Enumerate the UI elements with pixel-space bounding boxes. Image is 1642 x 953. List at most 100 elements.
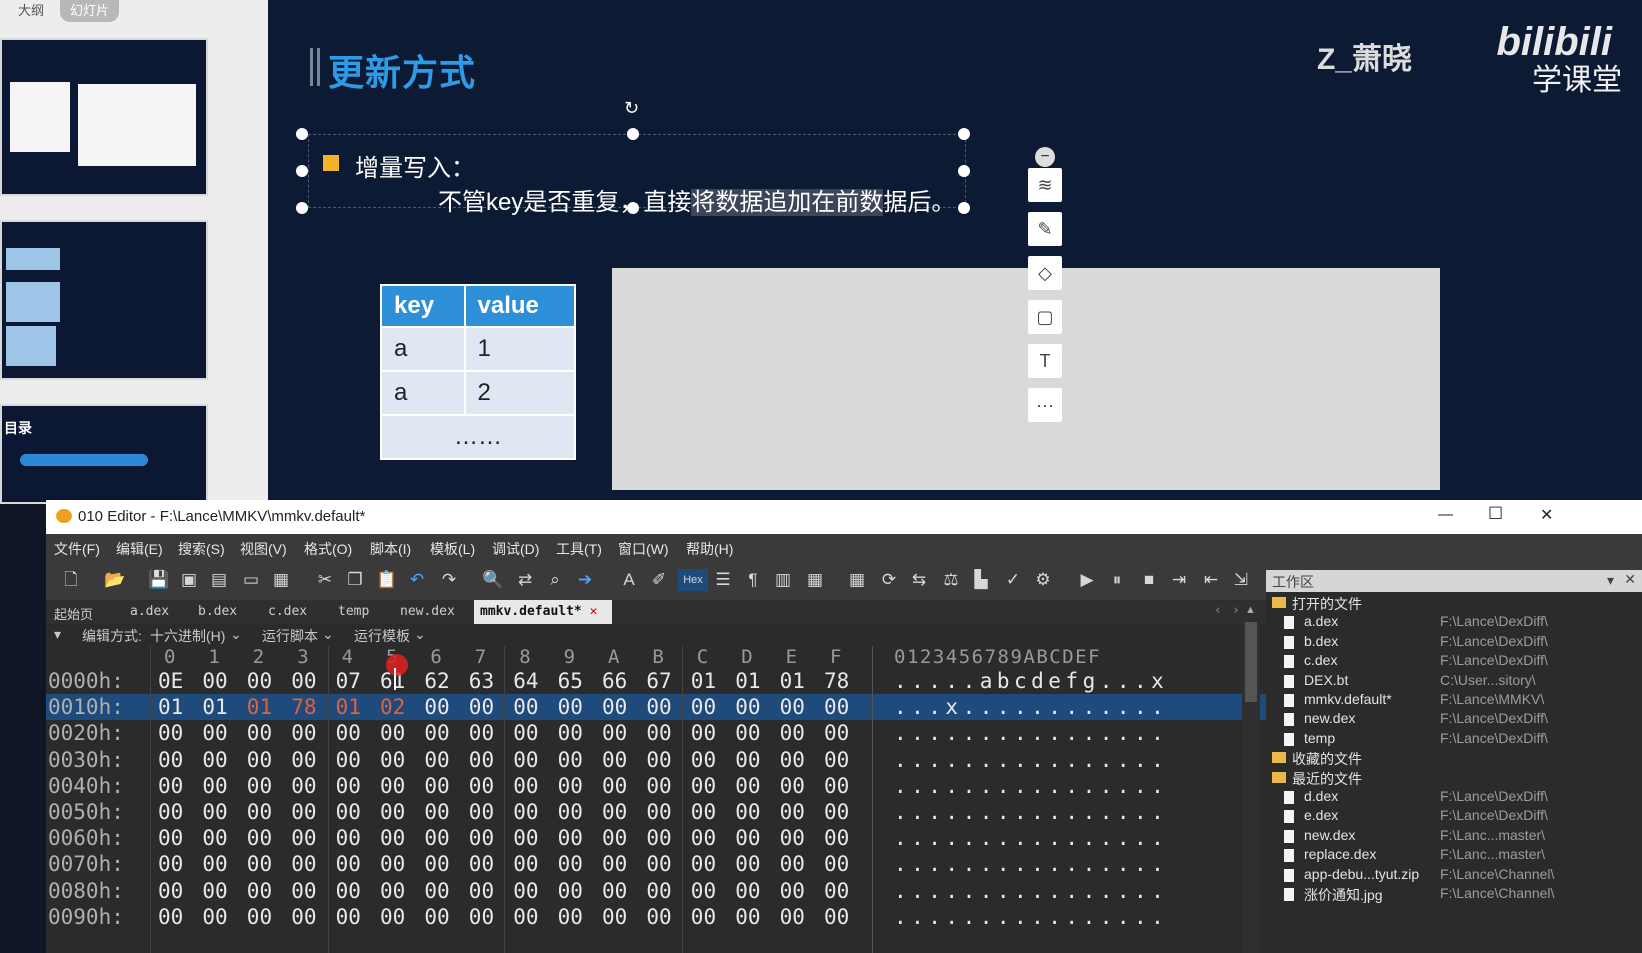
hex-byte[interactable]: 00: [158, 851, 183, 877]
hex-byte[interactable]: 00: [158, 878, 183, 904]
workspace-file[interactable]: new.dex F:\Lanc...master\: [1266, 827, 1642, 846]
new-file-icon[interactable]: 🗋: [60, 569, 82, 591]
chevron-down-icon[interactable]: ⌄: [322, 626, 334, 643]
tab-temp[interactable]: temp: [338, 604, 369, 619]
hex-byte[interactable]: 00: [469, 825, 494, 851]
close-tab-icon[interactable]: ✕: [590, 604, 598, 619]
workspace-file[interactable]: c.dex F:\Lance\DexDiff\: [1266, 652, 1642, 671]
crop-icon[interactable]: ▢: [1028, 300, 1062, 334]
chevron-down-icon[interactable]: ⌄: [414, 626, 426, 643]
hex-byte[interactable]: 00: [735, 904, 760, 930]
step-out-icon[interactable]: ⇲: [1230, 569, 1252, 591]
tab-mmkv-default[interactable]: mmkv.default* ✕: [474, 600, 612, 624]
workspace-file[interactable]: app-debu...tyut.zip F:\Lance\Channel\: [1266, 866, 1642, 885]
hex-byte[interactable]: 00: [735, 747, 760, 773]
hex-byte[interactable]: 00: [602, 799, 627, 825]
rotate-handle-icon[interactable]: ↻: [624, 98, 639, 119]
hex-byte[interactable]: 00: [558, 878, 583, 904]
hex-byte[interactable]: 00: [735, 878, 760, 904]
hex-byte[interactable]: 00: [469, 799, 494, 825]
copy-icon[interactable]: ❐: [344, 569, 366, 591]
hex-row[interactable]: 0090h: 00 00 00 00 00 00 00 00 00 00 00 00 00 00 00 00..…: [46, 904, 1286, 930]
menu-edit[interactable]: 编辑(E): [116, 539, 163, 559]
hex-byte[interactable]: 00: [558, 825, 583, 851]
hex-byte[interactable]: 00: [602, 747, 627, 773]
hex-byte[interactable]: 01: [691, 668, 716, 694]
compare-icon[interactable]: ⚖: [940, 569, 962, 591]
hex-byte[interactable]: 00: [158, 720, 183, 746]
hex-byte[interactable]: 00: [247, 878, 272, 904]
hex-byte[interactable]: 00: [780, 720, 805, 746]
hex-byte[interactable]: 00: [513, 799, 538, 825]
hex-byte[interactable]: 00: [780, 747, 805, 773]
scroll-thumb[interactable]: [1245, 622, 1257, 702]
hex-mode-icon[interactable]: Hex: [678, 569, 708, 591]
hex-byte[interactable]: 00: [380, 720, 405, 746]
hex-byte[interactable]: 00: [691, 904, 716, 930]
paragraph-icon[interactable]: ¶: [742, 569, 764, 591]
hex-byte[interactable]: 00: [202, 799, 227, 825]
ascii-text[interactable]: ................: [894, 799, 1168, 825]
find-in-files-icon[interactable]: ⌕: [544, 569, 566, 591]
menu-help[interactable]: 帮助(H): [686, 539, 733, 559]
hex-byte[interactable]: 00: [780, 851, 805, 877]
maximize-button[interactable]: ☐: [1488, 504, 1503, 524]
hex-byte[interactable]: 00: [424, 851, 449, 877]
hex-byte[interactable]: 00: [646, 825, 671, 851]
paste-icon[interactable]: 📋: [376, 569, 398, 591]
hex-byte[interactable]: 00: [336, 878, 361, 904]
hex-row[interactable]: 0070h: 00 00 00 00 00 00 00 00 00 00 00 00 00 00 00 00..…: [46, 851, 1286, 877]
hex-byte[interactable]: 00: [602, 878, 627, 904]
hex-byte[interactable]: 00: [558, 747, 583, 773]
hex-byte[interactable]: 00: [202, 773, 227, 799]
hex-byte[interactable]: 00: [469, 773, 494, 799]
workspace-group[interactable]: 打开的文件: [1272, 594, 1362, 614]
bullet-label[interactable]: 增量写入：: [355, 148, 475, 183]
hex-byte[interactable]: 00: [291, 773, 316, 799]
menu-search[interactable]: 搜索(S): [178, 539, 225, 559]
resize-handle[interactable]: [958, 165, 970, 177]
tab-scroll-left-icon[interactable]: ‹: [1214, 603, 1222, 618]
hex-byte[interactable]: 00: [646, 773, 671, 799]
hex-byte[interactable]: 02: [380, 694, 405, 720]
workspace-icon[interactable]: ▦: [270, 569, 292, 591]
hex-row[interactable]: 0080h: 00 00 00 00 00 00 00 00 00 00 00 00 00 00 00 00..…: [46, 878, 1286, 904]
menu-file[interactable]: 文件(F): [54, 539, 100, 559]
hex-byte[interactable]: 01: [247, 694, 272, 720]
hex-byte[interactable]: 00: [513, 851, 538, 877]
hex-byte[interactable]: 00: [602, 694, 627, 720]
hex-byte[interactable]: 00: [513, 825, 538, 851]
hex-byte[interactable]: 00: [735, 773, 760, 799]
hex-byte[interactable]: 00: [691, 720, 716, 746]
open-folder-icon[interactable]: 📂: [104, 569, 126, 591]
fill-icon[interactable]: ◇: [1028, 256, 1062, 290]
ascii-text[interactable]: ................: [894, 720, 1168, 746]
hex-byte[interactable]: 00: [247, 851, 272, 877]
workspace-file[interactable]: new.dex F:\Lance\DexDiff\: [1266, 710, 1642, 729]
hex-byte[interactable]: 00: [691, 773, 716, 799]
hex-byte[interactable]: 00: [780, 825, 805, 851]
hex-byte[interactable]: 00: [469, 747, 494, 773]
ascii-text[interactable]: .....abcdefg...x: [894, 668, 1168, 694]
workspace-group[interactable]: 收藏的文件: [1272, 749, 1362, 769]
ascii-text[interactable]: ................: [894, 773, 1168, 799]
run-script-dropdown[interactable]: 运行脚本: [262, 626, 318, 646]
hex-byte[interactable]: 00: [824, 799, 849, 825]
hex-byte[interactable]: 00: [469, 720, 494, 746]
slide-title[interactable]: 更新方式: [328, 44, 476, 96]
menu-view[interactable]: 视图(V): [240, 539, 287, 559]
hex-byte[interactable]: 00: [602, 851, 627, 877]
close-button[interactable]: ✕: [1540, 505, 1553, 525]
hex-byte[interactable]: 00: [558, 720, 583, 746]
placeholder-box[interactable]: [612, 268, 1440, 490]
close-panel-icon[interactable]: ✕: [1624, 571, 1636, 588]
hex-byte[interactable]: 00: [558, 904, 583, 930]
hex-byte[interactable]: 67: [646, 668, 671, 694]
scroll-up-icon[interactable]: ▲: [1245, 604, 1256, 616]
hex-byte[interactable]: 00: [158, 799, 183, 825]
resize-handle[interactable]: [296, 202, 308, 214]
hex-byte[interactable]: 00: [380, 773, 405, 799]
menu-debug[interactable]: 调试(D): [492, 539, 539, 559]
save-all-icon[interactable]: ▤: [208, 569, 230, 591]
hex-byte[interactable]: 00: [691, 825, 716, 851]
